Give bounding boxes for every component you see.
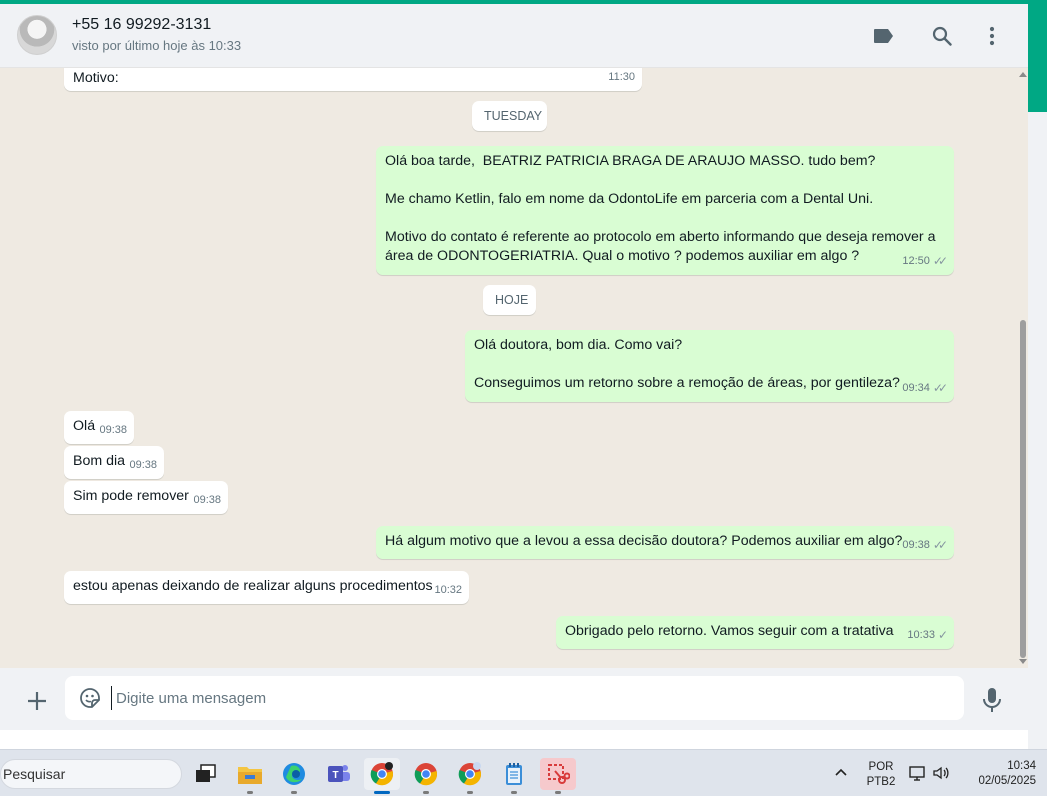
- volume-icon[interactable]: [932, 764, 950, 782]
- message-outgoing[interactable]: Obrigado pelo retorno. Vamos seguir com …: [556, 616, 954, 649]
- read-ticks-icon: ✓✓: [932, 254, 948, 268]
- chevron-up-icon[interactable]: [833, 764, 849, 780]
- svg-text:T: T: [332, 770, 338, 781]
- taskbar: Pesquisar T POR PTB2 10:34 02/05/2025: [0, 749, 1047, 796]
- sticker-emoji-icon[interactable]: [79, 687, 101, 709]
- chrome-profile-icon[interactable]: [408, 758, 444, 794]
- scroll-down-arrow-icon[interactable]: [1019, 659, 1027, 664]
- message-list[interactable]: Motivo: 11:30 TUESDAY Olá boa tarde, BEA…: [0, 68, 1028, 668]
- scroll-thumb[interactable]: [1020, 320, 1026, 658]
- network-icon[interactable]: [908, 764, 926, 782]
- label-icon[interactable]: [870, 22, 898, 50]
- message-outgoing[interactable]: Olá boa tarde, BEATRIZ PATRICIA BRAGA DE…: [376, 146, 954, 275]
- chat-header[interactable]: +55 16 99292-3131 visto por último hoje …: [0, 4, 1028, 68]
- message-incoming[interactable]: Olá 09:38: [64, 411, 134, 444]
- message-text: estou apenas deixando de realizar alguns…: [73, 578, 433, 594]
- search-icon[interactable]: [928, 22, 956, 50]
- system-clock[interactable]: 10:34 02/05/2025: [960, 759, 1036, 789]
- chrome-profile-icon-2[interactable]: [452, 758, 488, 794]
- message-time: 09:38: [193, 494, 221, 506]
- language-code: POR: [868, 761, 894, 773]
- task-view-icon[interactable]: [188, 758, 224, 790]
- read-ticks-icon: ✓✓: [932, 381, 948, 395]
- day-separator-today: HOJE: [483, 285, 536, 315]
- message-incoming-partial[interactable]: Motivo: 11:30: [64, 68, 642, 91]
- taskbar-search[interactable]: Pesquisar: [0, 759, 182, 789]
- composer-bar: [0, 668, 1028, 730]
- message-time: 12:50: [902, 255, 930, 267]
- clock-date: 02/05/2025: [978, 775, 1036, 787]
- message-text: Motivo:: [73, 70, 119, 86]
- message-time: 09:38: [129, 459, 157, 471]
- message-text: Obrigado pelo retorno. Vamos seguir com …: [565, 623, 894, 639]
- background-app-edge: [1028, 4, 1047, 112]
- clock-time: 10:34: [1007, 760, 1036, 772]
- message-incoming[interactable]: Sim pode remover 09:38: [64, 481, 228, 514]
- message-time: 09:38: [99, 424, 127, 436]
- message-time: 10:32: [434, 584, 462, 596]
- message-outgoing[interactable]: Há algum motivo que a levou a essa decis…: [376, 526, 954, 559]
- whatsapp-window: +55 16 99292-3131 visto por último hoje …: [0, 4, 1028, 730]
- day-separator-tuesday: TUESDAY: [472, 101, 547, 131]
- message-time: 09:34: [902, 382, 930, 394]
- sent-tick-icon: ✓: [937, 628, 948, 642]
- message-text: Olá doutora, bom dia. Como vai? Consegui…: [474, 337, 900, 391]
- message-time: 09:38: [902, 539, 930, 551]
- taskbar-search-placeholder: Pesquisar: [3, 766, 66, 782]
- teams-icon[interactable]: T: [320, 758, 356, 790]
- message-text: Olá boa tarde, BEATRIZ PATRICIA BRAGA DE…: [385, 153, 936, 264]
- snipping-tool-icon[interactable]: [540, 758, 576, 794]
- message-input[interactable]: [111, 686, 931, 710]
- avatar[interactable]: [17, 15, 57, 55]
- background-app-edge-lower: [1028, 112, 1047, 749]
- message-input-box[interactable]: [65, 676, 964, 720]
- message-incoming[interactable]: estou apenas deixando de realizar alguns…: [64, 571, 469, 604]
- input-language[interactable]: POR PTB2: [862, 760, 900, 790]
- message-text: Há algum motivo que a levou a essa decis…: [385, 533, 903, 549]
- contact-name[interactable]: +55 16 99292-3131: [72, 16, 211, 34]
- scroll-up-arrow-icon[interactable]: [1019, 72, 1027, 77]
- edge-browser-icon[interactable]: [276, 758, 312, 794]
- file-explorer-icon[interactable]: [232, 758, 268, 794]
- read-ticks-icon: ✓✓: [932, 538, 948, 552]
- attach-plus-icon[interactable]: [22, 686, 52, 716]
- message-scrollbar[interactable]: [1018, 68, 1028, 668]
- more-vert-icon[interactable]: [978, 22, 1006, 50]
- microphone-icon[interactable]: [980, 686, 1004, 714]
- last-seen-status: visto por último hoje às 10:33: [72, 38, 242, 53]
- notepad-icon[interactable]: [496, 758, 532, 794]
- message-outgoing[interactable]: Olá doutora, bom dia. Como vai? Consegui…: [465, 330, 954, 402]
- keyboard-layout: PTB2: [866, 776, 896, 788]
- chrome-icon[interactable]: [364, 758, 400, 794]
- message-incoming[interactable]: Bom dia 09:38: [64, 446, 164, 479]
- message-time: 10:33: [907, 629, 935, 641]
- message-time: 11:30: [608, 71, 635, 83]
